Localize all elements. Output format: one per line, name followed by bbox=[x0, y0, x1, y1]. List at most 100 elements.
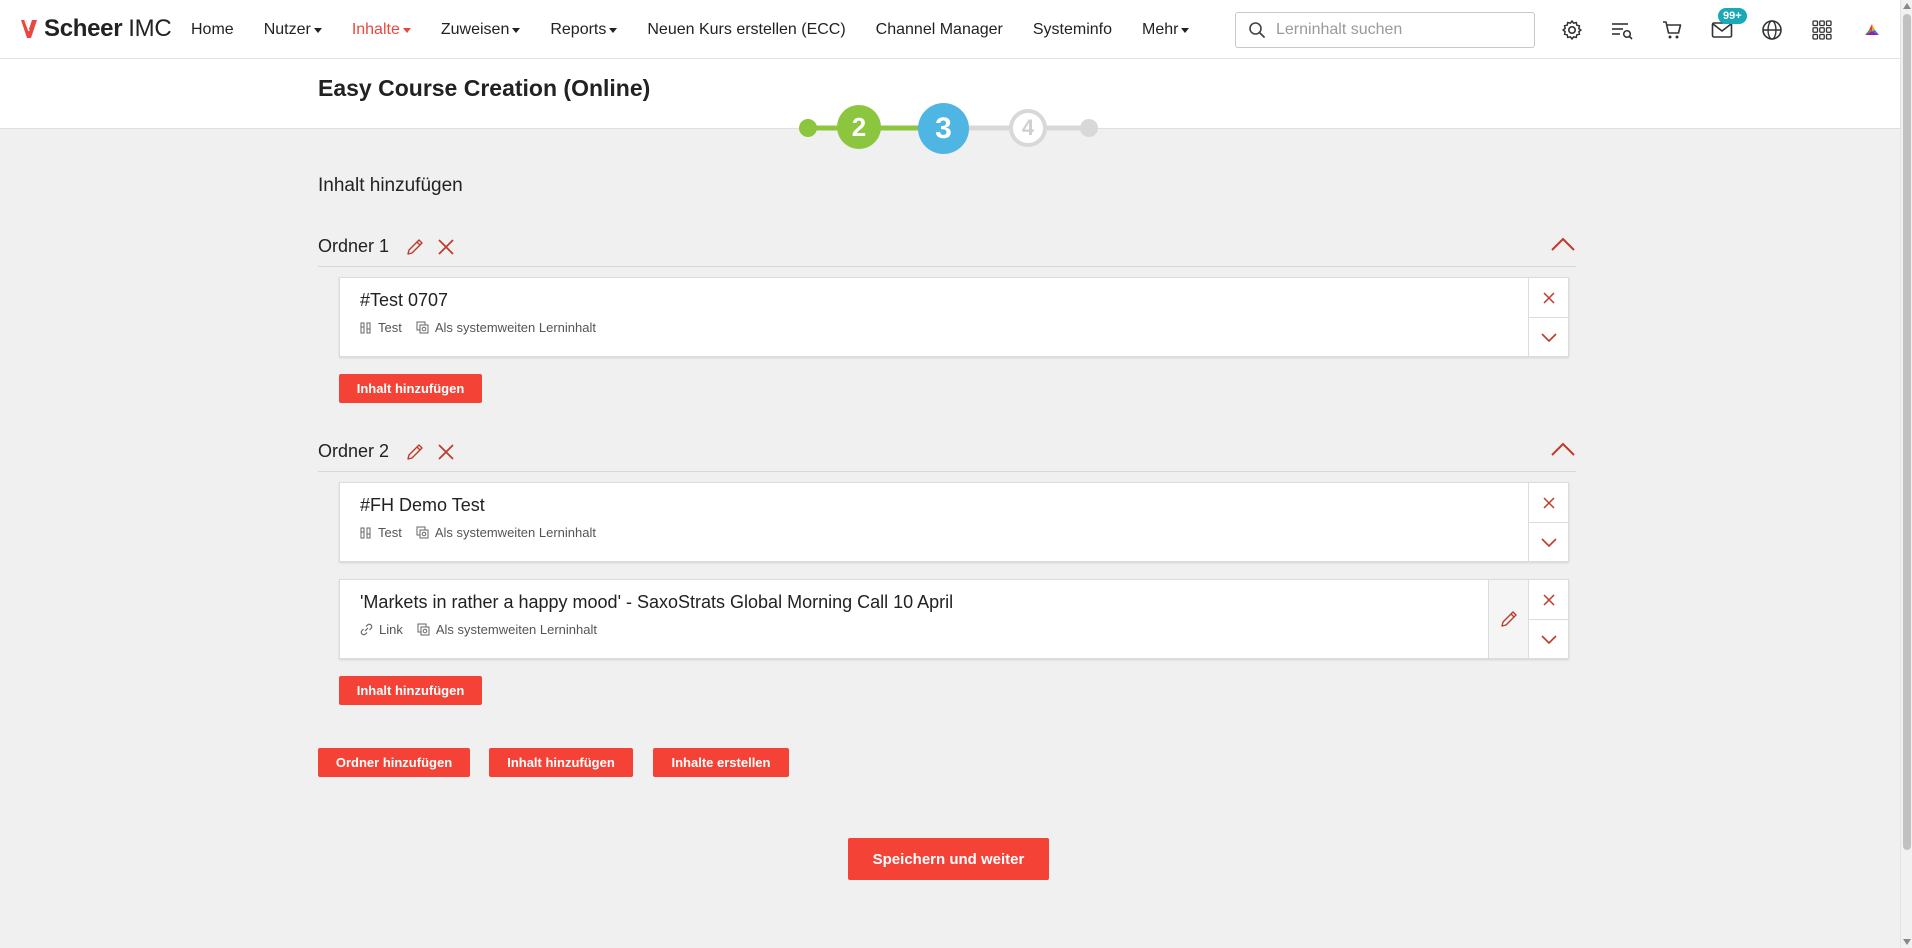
nav-item-nutzer[interactable]: Nutzer bbox=[264, 21, 322, 39]
content-type: Link bbox=[360, 622, 403, 637]
collapse-folder-button[interactable] bbox=[1550, 440, 1576, 458]
content-scope-label: Als systemweiten Lerninhalt bbox=[435, 622, 597, 637]
folder-header: Ordner 2 bbox=[318, 432, 1576, 472]
content-item-title: #FH Demo Test bbox=[360, 495, 485, 515]
folder-name: Ordner 1 bbox=[318, 236, 390, 256]
scroll-up-arrow[interactable] bbox=[1903, 3, 1911, 9]
nav-item-reports[interactable]: Reports bbox=[550, 21, 618, 39]
nav-item-channel-manager[interactable]: Channel Manager bbox=[876, 21, 1003, 39]
brand-name-light: IMC bbox=[128, 15, 172, 42]
notification-badge: 99+ bbox=[1718, 8, 1747, 24]
close-icon bbox=[1542, 593, 1555, 606]
system-scope-icon bbox=[417, 623, 430, 636]
remove-item-button[interactable] bbox=[1529, 483, 1568, 522]
nav-label: Systeminfo bbox=[1032, 20, 1113, 38]
content-scope: Als systemweiten Lerninhalt bbox=[417, 622, 597, 637]
content-item-card[interactable]: 'Markets in rather a happy mood' - SaxoS… bbox=[339, 579, 1569, 659]
scheer-logo-icon bbox=[21, 19, 37, 38]
caret-down-icon bbox=[1181, 28, 1190, 33]
page-scrollbar[interactable] bbox=[1900, 0, 1912, 948]
pencil-icon bbox=[407, 443, 423, 460]
delete-folder-button[interactable] bbox=[437, 238, 455, 256]
folder-actions bbox=[405, 442, 455, 462]
system-scope-icon bbox=[416, 321, 429, 334]
edit-folder-button[interactable] bbox=[405, 442, 425, 462]
remove-item-button[interactable] bbox=[1529, 580, 1568, 619]
caret-down-icon bbox=[313, 28, 322, 33]
step-2-completed[interactable]: 2 bbox=[837, 105, 881, 149]
chevron-down-icon bbox=[1540, 333, 1557, 343]
content-scope-label: Als systemweiten Lerninhalt bbox=[434, 320, 596, 335]
expand-item-button[interactable] bbox=[1529, 522, 1568, 561]
nav-label: Zuweisen bbox=[440, 20, 510, 38]
content-item-card[interactable]: #FH Demo Test Test Als systemweiten Lern… bbox=[339, 482, 1569, 562]
content-type: Test bbox=[360, 525, 402, 540]
content-item-title: #Test 0707 bbox=[360, 290, 449, 310]
scroll-down-arrow[interactable] bbox=[1903, 939, 1911, 945]
content-item-title: 'Markets in rather a happy mood' - SaxoS… bbox=[360, 592, 954, 612]
caret-down-icon bbox=[512, 28, 521, 33]
close-icon bbox=[438, 443, 454, 460]
nav-item-mehr[interactable]: Mehr bbox=[1142, 20, 1190, 39]
top-navigation-bar: Scheer IMC Home Nutzer Inhalte Zuweisen … bbox=[0, 0, 1900, 59]
nav-item-zuweisen[interactable]: Zuweisen bbox=[440, 20, 521, 39]
content-item-meta: Link Als systemweiten Lerninhalt bbox=[360, 622, 611, 637]
page-title: Easy Course Creation (Online) bbox=[318, 75, 651, 101]
add-content-to-folder-button[interactable]: Inhalt hinzufügen bbox=[339, 676, 482, 705]
apps-grid-icon[interactable] bbox=[1809, 17, 1835, 43]
add-content-button[interactable]: Inhalt hinzufügen bbox=[489, 748, 633, 777]
edit-item-button[interactable] bbox=[1488, 580, 1528, 658]
card-actions bbox=[1528, 483, 1568, 561]
test-type-icon bbox=[360, 527, 371, 538]
remove-item-button[interactable] bbox=[1529, 278, 1568, 317]
folder-header: Ordner 1 bbox=[318, 227, 1576, 267]
delete-folder-button[interactable] bbox=[437, 443, 455, 461]
nav-label: Mehr bbox=[1142, 20, 1179, 38]
nav-label: Home bbox=[191, 20, 234, 38]
main-navigation: Home Nutzer Inhalte Zuweisen Reports Neu… bbox=[191, 0, 1219, 59]
add-folder-button[interactable]: Ordner hinzufügen bbox=[318, 748, 470, 777]
nav-label: Inhalte bbox=[351, 20, 400, 38]
expand-item-button[interactable] bbox=[1529, 317, 1568, 356]
step-4-upcoming[interactable]: 4 bbox=[1009, 109, 1047, 147]
create-content-button[interactable]: Inhalte erstellen bbox=[653, 748, 789, 777]
link-icon bbox=[360, 623, 373, 636]
nav-label: Channel Manager bbox=[875, 20, 1003, 38]
cart-icon[interactable] bbox=[1659, 17, 1685, 43]
folder-actions bbox=[405, 237, 455, 257]
card-actions bbox=[1528, 580, 1568, 658]
collapse-folder-button[interactable] bbox=[1550, 235, 1576, 253]
nav-item-inhalte[interactable]: Inhalte bbox=[352, 21, 411, 39]
gear-icon[interactable] bbox=[1559, 17, 1585, 43]
brand-logo[interactable]: Scheer IMC bbox=[20, 15, 172, 43]
test-type-icon bbox=[360, 322, 371, 333]
save-and-continue-button[interactable]: Speichern und weiter bbox=[848, 838, 1049, 880]
add-content-to-folder-button[interactable]: Inhalt hinzufügen bbox=[339, 374, 482, 403]
brand-logo-icon[interactable] bbox=[1859, 17, 1885, 43]
section-title: Inhalt hinzufügen bbox=[318, 175, 463, 196]
edit-folder-button[interactable] bbox=[405, 237, 425, 257]
nav-item-systeminfo[interactable]: Systeminfo bbox=[1033, 21, 1112, 39]
step-number: 2 bbox=[851, 111, 867, 142]
content-item-card[interactable]: #Test 0707 Test Als systemweiten Lerninh… bbox=[339, 277, 1569, 357]
pencil-icon bbox=[1500, 611, 1517, 627]
search-input[interactable] bbox=[1276, 21, 1516, 39]
playlist-search-icon[interactable] bbox=[1609, 17, 1635, 43]
nav-item-new-course-ecc[interactable]: Neuen Kurs erstellen (ECC) bbox=[647, 21, 845, 39]
close-icon bbox=[1542, 496, 1555, 509]
search-icon bbox=[1249, 22, 1265, 38]
content-type-label: Link bbox=[379, 622, 403, 637]
content-type: Test bbox=[360, 320, 402, 335]
globe-icon[interactable] bbox=[1759, 17, 1785, 43]
step-3-current[interactable]: 3 bbox=[918, 103, 969, 154]
card-actions bbox=[1528, 278, 1568, 356]
content-item-meta: Test Als systemweiten Lerninhalt bbox=[360, 320, 610, 335]
close-icon bbox=[438, 238, 454, 255]
pencil-icon bbox=[407, 238, 423, 255]
scroll-thumb[interactable] bbox=[1903, 14, 1911, 850]
content-item-meta: Test Als systemweiten Lerninhalt bbox=[360, 525, 610, 540]
brand-name-bold: Scheer bbox=[44, 15, 123, 42]
content-type-label: Test bbox=[378, 320, 402, 335]
nav-item-home[interactable]: Home bbox=[191, 21, 234, 39]
expand-item-button[interactable] bbox=[1529, 619, 1568, 658]
